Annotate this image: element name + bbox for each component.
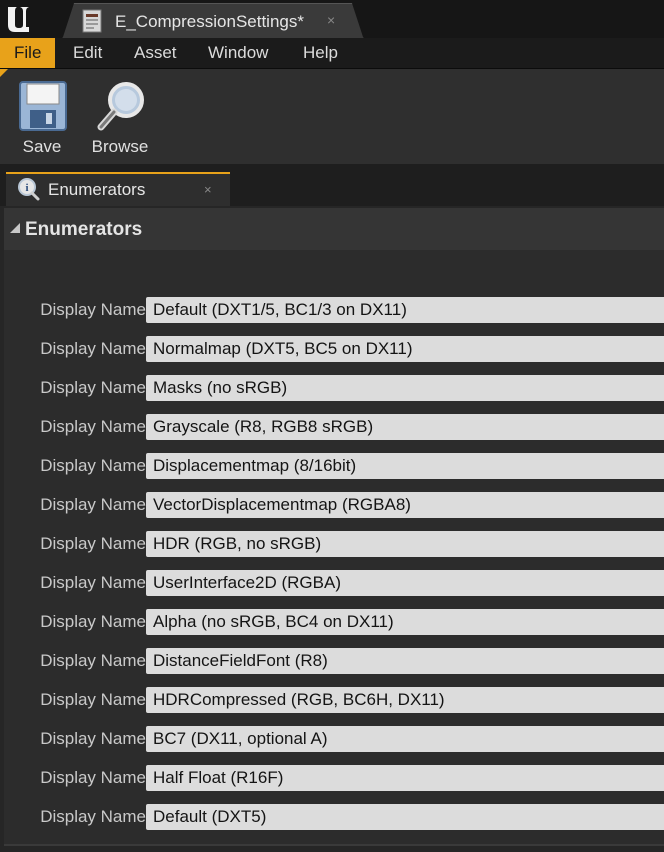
display-name-field[interactable]: HDR (RGB, no sRGB) [146,531,664,557]
svg-text:i: i [25,182,28,194]
enumerator-list: Display Name Default (DXT1/5, BC1/3 on DX… [4,250,664,846]
display-name-label: Display Name [40,573,146,592]
display-name-field[interactable]: Alpha (no sRGB, BC4 on DX11) [146,609,664,635]
toolbar: Save Browse [0,69,664,164]
enumerator-row: Display Name VectorDisplacementmap (RGBA8… [4,487,664,526]
browse-label: Browse [91,137,149,156]
display-name-label: Display Name [40,417,146,436]
display-name-field[interactable]: Displacementmap (8/16bit) [146,453,664,479]
menu-bar: File Edit Asset Window Help [0,38,664,69]
enumerator-row: Display Name HDR (RGB, no sRGB) [4,526,664,565]
display-name-field[interactable]: HDRCompressed (RGB, BC6H, DX11) [146,687,664,713]
divider [4,844,664,846]
panel-tab-label: Enumerators [48,180,146,199]
display-name-field[interactable]: DistanceFieldFont (R8) [146,648,664,674]
display-name-label: Display Name [40,534,146,553]
save-button[interactable]: Save [7,77,77,159]
display-name-label: Display Name [40,729,146,748]
enumerator-row: Display Name BC7 (DX11, optional A) [4,721,664,760]
enumerator-row: Display Name Masks (no sRGB) [4,370,664,409]
unreal-engine-logo-icon[interactable] [2,3,34,35]
toolbar-accent-corner [0,69,8,77]
display-name-label: Display Name [40,378,146,397]
display-name-label: Display Name [40,690,146,709]
magnifying-glass-icon [97,82,144,131]
document-tab-title: E_CompressionSettings* [115,12,304,31]
browse-button[interactable]: Browse [85,77,155,159]
display-name-field[interactable]: UserInterface2D (RGBA) [146,570,664,596]
enumerator-row: Display Name Displacementmap (8/16bit) [4,448,664,487]
enumerator-row: Display Name HDRCompressed (RGB, BC6H, DX… [4,682,664,721]
display-name-label: Display Name [40,495,146,514]
panel-tab-bar: i Enumerators × [0,164,664,206]
display-name-field[interactable]: Default (DXT5) [146,804,664,830]
enumerator-row: Display Name Normalmap (DXT5, BC5 on DX11… [4,331,664,370]
display-name-field[interactable]: Normalmap (DXT5, BC5 on DX11) [146,336,664,362]
section-header-enumerators[interactable]: Enumerators [4,208,664,250]
title-bar: E_CompressionSettings* × [0,0,664,40]
enumerator-row: Display Name Alpha (no sRGB, BC4 on DX11) [4,604,664,643]
enumerator-row: Display Name Default (DXT5) [4,799,664,838]
save-label: Save [22,137,62,156]
info-magnifier-icon: i [18,178,40,201]
display-name-label: Display Name [40,651,146,670]
display-name-label: Display Name [40,456,146,475]
display-name-label: Display Name [40,807,146,826]
display-name-field[interactable]: BC7 (DX11, optional A) [146,726,664,752]
tab-enumerators[interactable]: i Enumerators × [6,172,230,206]
display-name-label: Display Name [40,768,146,787]
menu-help[interactable]: Help [289,38,352,68]
display-name-field[interactable]: Grayscale (R8, RGB8 sRGB) [146,414,664,440]
display-name-label: Display Name [40,339,146,358]
display-name-field[interactable]: Half Float (R16F) [146,765,664,791]
enum-asset-icon [82,9,102,33]
collapse-arrow-icon[interactable] [10,223,20,233]
close-icon[interactable]: × [204,182,212,197]
display-name-field[interactable]: Default (DXT1/5, BC1/3 on DX11) [146,297,664,323]
enumerator-row: Display Name Default (DXT1/5, BC1/3 on DX… [4,292,664,331]
enumerator-row: Display Name Grayscale (R8, RGB8 sRGB) [4,409,664,448]
section-title: Enumerators [25,219,143,240]
enumerator-row: Display Name DistanceFieldFont (R8) [4,643,664,682]
display-name-label: Display Name [40,300,146,319]
details-panel: Enumerators Display Name Default (DXT1/5,… [0,206,664,852]
display-name-field[interactable]: Masks (no sRGB) [146,375,664,401]
document-tab[interactable]: E_CompressionSettings* × [62,3,364,40]
menu-asset[interactable]: Asset [120,38,191,68]
menu-window[interactable]: Window [194,38,282,68]
floppy-disk-icon [19,81,67,131]
display-name-label: Display Name [40,612,146,631]
close-icon[interactable]: × [327,12,335,28]
display-name-field[interactable]: VectorDisplacementmap (RGBA8) [146,492,664,518]
menu-edit[interactable]: Edit [59,38,116,68]
enumerator-row: Display Name Half Float (R16F) [4,760,664,799]
menu-file[interactable]: File [0,38,56,68]
enumerator-row: Display Name UserInterface2D (RGBA) [4,565,664,604]
